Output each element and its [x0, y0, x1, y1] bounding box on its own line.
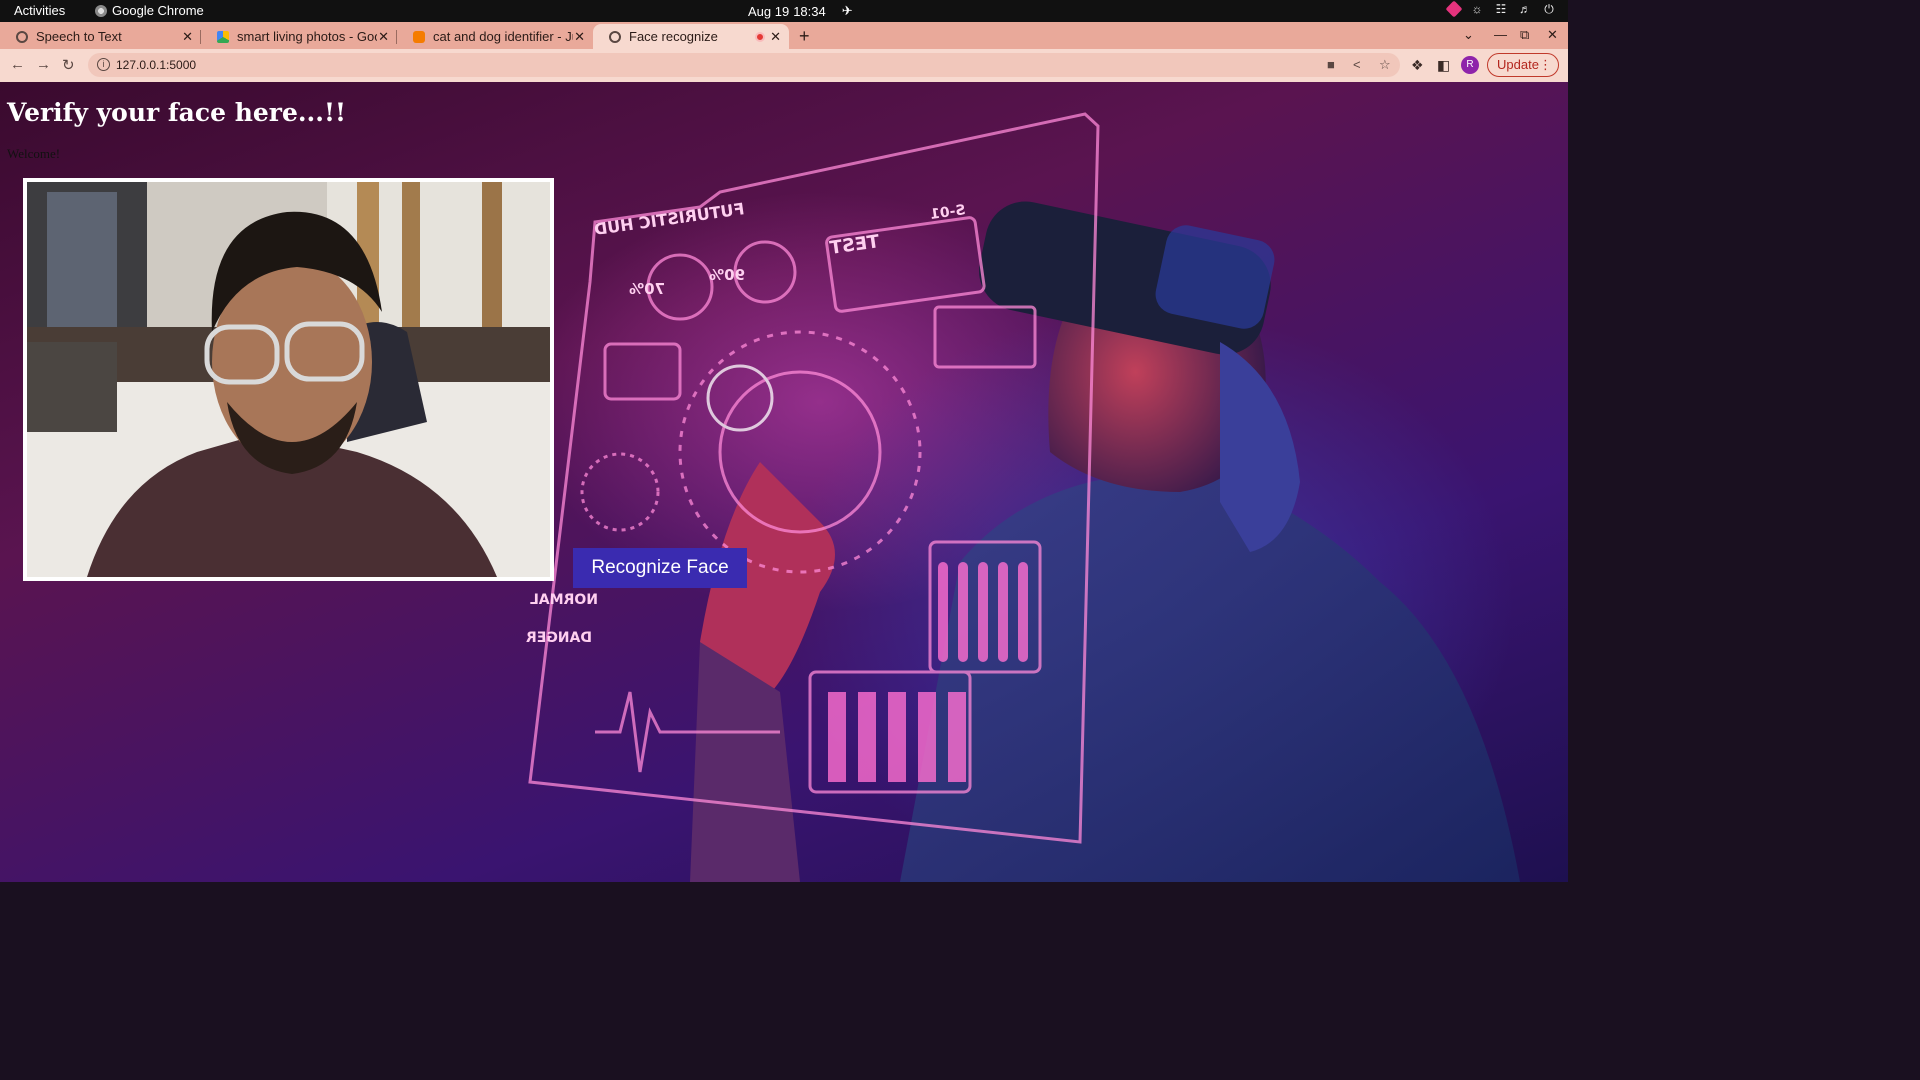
url-text[interactable]: 127.0.0.1:5000 — [116, 58, 196, 72]
globe-icon — [609, 30, 621, 43]
tab-title: smart living photos - Goo — [237, 29, 377, 44]
app-name: Google Chrome — [112, 3, 204, 18]
tab-cat-and-dog-identifier[interactable]: cat and dog identifier - Ju ✕ — [397, 24, 593, 49]
hud-header-text: FUTURISTIC HUD — [593, 199, 746, 239]
jupyter-icon — [413, 30, 425, 43]
welcome-text: Welcome! — [7, 146, 61, 161]
share-icon[interactable]: < — [1353, 57, 1361, 72]
clock-time: 18:34 — [793, 3, 826, 19]
hud-gauge-2: 90% — [709, 266, 745, 284]
app-menu[interactable]: Google Chrome — [95, 3, 204, 18]
system-tray[interactable]: ☼ ☷ ♬ ⏻ — [1445, 0, 1556, 18]
webcam-video — [27, 182, 550, 577]
extensions-icon[interactable]: ❖ — [1411, 57, 1424, 74]
hud-gauge-1: 70% — [629, 280, 665, 298]
update-label: Update — [1497, 57, 1539, 72]
profile-avatar[interactable]: R — [1461, 56, 1479, 74]
address-bar[interactable]: i 127.0.0.1:5000 ■ < ☆ — [88, 53, 1400, 77]
tab-smart-living-photos[interactable]: smart living photos - Goo ✕ — [201, 24, 397, 49]
hud-normal-text: NORMAL — [530, 592, 598, 608]
recording-icon — [755, 32, 765, 42]
new-tab-button[interactable]: + — [799, 26, 810, 47]
webcam-feed-image — [27, 182, 550, 577]
clock-date: Aug 19 — [748, 3, 790, 19]
site-info-icon[interactable]: i — [97, 58, 110, 71]
chrome-icon — [95, 4, 107, 17]
back-icon[interactable]: ← — [10, 56, 25, 73]
update-button[interactable]: Update ⋮ — [1487, 53, 1559, 77]
tab-title: Speech to Text — [36, 29, 122, 44]
tab-search-icon[interactable]: ⌄ — [1463, 27, 1474, 43]
reload-icon[interactable]: ↻ — [62, 56, 75, 74]
close-icon[interactable]: ✕ — [770, 29, 781, 45]
hud-danger-text: DANGER — [526, 630, 592, 646]
google-drive-icon — [217, 30, 229, 43]
system-top-bar: Activities Google Chrome Aug 19 18:34 ✈ … — [0, 0, 1568, 22]
tab-speech-to-text[interactable]: Speech to Text ✕ — [0, 24, 201, 49]
close-icon[interactable]: ✕ — [378, 29, 389, 45]
globe-icon — [16, 30, 28, 43]
close-window-icon[interactable]: ✕ — [1547, 27, 1558, 43]
page-content: FUTURISTIC HUD TEST S-01 70% 90% NORMAL … — [0, 82, 1568, 882]
clock[interactable]: Aug 19 18:34 ✈ — [748, 3, 853, 19]
bookmark-star-icon[interactable]: ☆ — [1379, 57, 1391, 73]
close-icon[interactable]: ✕ — [182, 29, 193, 45]
tab-face-recognize[interactable]: Face recognize ✕ — [593, 24, 789, 49]
webcam-frame — [23, 178, 554, 581]
tab-strip: Speech to Text ✕ smart living photos - G… — [0, 22, 1568, 49]
bell-icon: ✈ — [841, 3, 853, 18]
browser-toolbar: ← → ↻ i 127.0.0.1:5000 ■ < ☆ ❖ ◧ R Updat… — [0, 49, 1568, 82]
restore-icon[interactable]: ⧉ — [1520, 27, 1529, 43]
forward-icon[interactable]: → — [36, 56, 51, 73]
network-icon[interactable]: ☷ — [1494, 2, 1508, 16]
close-icon[interactable]: ✕ — [574, 29, 585, 45]
recognize-face-button[interactable]: Recognize Face — [573, 548, 747, 588]
minimize-icon[interactable]: — — [1494, 27, 1507, 42]
activities-button[interactable]: Activities — [14, 3, 65, 18]
page-title: Verify your face here...!! — [7, 98, 346, 127]
volume-icon[interactable]: ♬ — [1518, 2, 1532, 16]
side-panel-icon[interactable]: ◧ — [1437, 57, 1450, 74]
camera-icon[interactable]: ■ — [1327, 57, 1335, 72]
tab-title: cat and dog identifier - Ju — [433, 29, 573, 44]
brightness-icon[interactable]: ☼ — [1470, 2, 1484, 16]
power-icon[interactable]: ⏻ — [1542, 2, 1556, 16]
color-picker-icon[interactable] — [1445, 0, 1463, 18]
tab-title: Face recognize — [629, 29, 718, 44]
more-menu-icon[interactable]: ⋮ — [1539, 54, 1552, 76]
